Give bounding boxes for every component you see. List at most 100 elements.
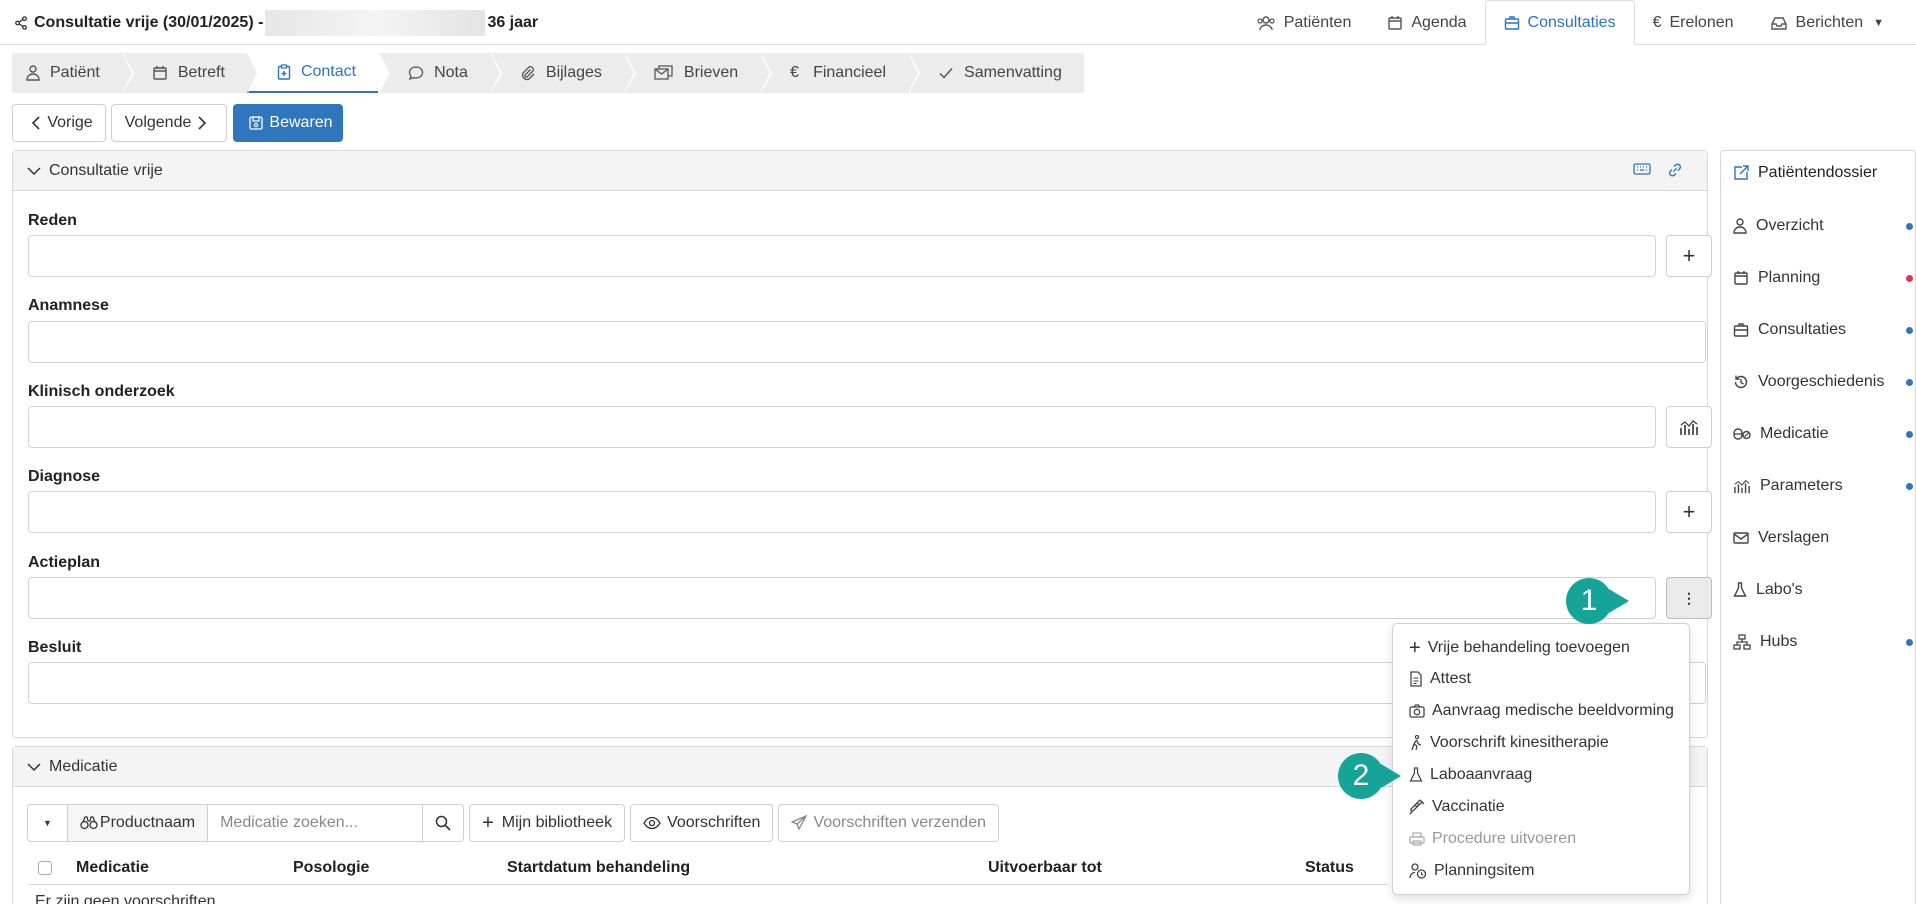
nav-berichten[interactable]: Berichten ▼ bbox=[1752, 0, 1902, 45]
medication-search-field[interactable] bbox=[207, 804, 424, 842]
binoculars-icon bbox=[80, 816, 98, 830]
tab-financieel[interactable]: € Financieel bbox=[760, 53, 920, 93]
tab-brieven[interactable]: Brieven bbox=[623, 53, 773, 93]
caret-down-icon: ▼ bbox=[43, 818, 52, 828]
reden-input[interactable] bbox=[28, 235, 1656, 277]
diagnose-input[interactable] bbox=[28, 491, 1656, 533]
sidebar-item-label: Verslagen bbox=[1758, 529, 1830, 546]
diagnose-add-button[interactable]: + bbox=[1666, 491, 1712, 533]
tab-nota[interactable]: Nota bbox=[378, 53, 502, 93]
plus-icon: + bbox=[1682, 499, 1696, 524]
tab-betreft[interactable]: Betreft bbox=[121, 53, 260, 93]
send-prescriptions-button[interactable]: Voorschriften verzenden bbox=[778, 804, 999, 842]
document-icon bbox=[1410, 671, 1422, 687]
nav-agenda[interactable]: Agenda bbox=[1369, 0, 1484, 45]
menu-item-vaccinatie[interactable]: Vaccinatie bbox=[1409, 798, 1505, 816]
tab-label: Nota bbox=[434, 64, 468, 81]
menu-item-vrije-behandeling[interactable]: + Vrije behandeling toevoegen bbox=[1409, 638, 1630, 658]
menu-item-laboaanvraag[interactable]: Laboaanvraag bbox=[1409, 766, 1532, 784]
select-all-checkbox[interactable] bbox=[38, 860, 52, 875]
person-clock-icon bbox=[1409, 863, 1427, 879]
anamnese-input[interactable] bbox=[28, 321, 1706, 363]
column-header[interactable]: Uitvoerbaar tot bbox=[988, 859, 1305, 877]
menu-item-procedure: Procedure uitvoeren bbox=[1409, 830, 1576, 848]
sidebar-item-consultaties[interactable]: Consultaties bbox=[1733, 321, 1846, 339]
sidebar-item-patientendossier[interactable]: Patiëntendossier bbox=[1733, 164, 1877, 182]
check-icon bbox=[939, 68, 953, 79]
menu-item-label: Laboaanvraag bbox=[1430, 766, 1533, 783]
title-suffix: 36 jaar bbox=[487, 13, 539, 31]
chat-icon bbox=[408, 66, 424, 81]
search-mode-selector[interactable]: Productnaam bbox=[66, 804, 209, 842]
sidebar-item-labos[interactable]: Labo's bbox=[1733, 581, 1803, 599]
nav-consultaties[interactable]: Consultaties bbox=[1484, 0, 1635, 46]
menu-item-planningsitem[interactable]: Planningsitem bbox=[1409, 862, 1535, 880]
menu-item-label: Vaccinatie bbox=[1432, 798, 1505, 815]
sidebar-item-voorgeschiedenis[interactable]: Voorgeschiedenis bbox=[1733, 373, 1884, 391]
menu-item-attest[interactable]: Attest bbox=[1409, 670, 1471, 688]
sidebar-item-medicatie[interactable]: Medicatie bbox=[1733, 425, 1828, 443]
envelope-icon bbox=[1733, 532, 1749, 544]
actieplan-more-button[interactable]: ⋮ bbox=[1666, 577, 1712, 619]
syringe-icon bbox=[1409, 799, 1425, 815]
tab-label: Betreft bbox=[177, 64, 225, 81]
menu-item-label: Voorschrift kinesitherapie bbox=[1430, 734, 1609, 751]
tab-patient[interactable]: Patiënt bbox=[12, 53, 134, 93]
parameters-button[interactable] bbox=[1666, 406, 1712, 448]
sidebar-item-overzicht[interactable]: Overzicht bbox=[1733, 217, 1824, 235]
panel-title: Consultatie vrije bbox=[49, 161, 163, 179]
callout-step-1: 1 bbox=[1566, 578, 1629, 624]
sidebar-status-dot bbox=[1906, 431, 1913, 438]
actieplan-input[interactable] bbox=[28, 577, 1656, 619]
prescriptions-button[interactable]: Voorschriften bbox=[630, 804, 774, 842]
menu-item-label: Procedure uitvoeren bbox=[1432, 830, 1577, 847]
chevron-left-icon bbox=[32, 116, 40, 130]
users-icon bbox=[1257, 15, 1275, 30]
column-header[interactable]: Posologie bbox=[293, 859, 507, 877]
consultation-panel-header[interactable]: Consultatie vrije bbox=[13, 151, 1707, 191]
medication-table-header: Medicatie Posologie Startdatum behandeli… bbox=[28, 851, 1388, 885]
menu-item-kinesitherapie[interactable]: Voorschrift kinesitherapie bbox=[1409, 734, 1609, 752]
tab-bijlages[interactable]: Bijlages bbox=[489, 53, 636, 93]
previous-button[interactable]: Vorige bbox=[12, 104, 106, 142]
next-button[interactable]: Volgende bbox=[111, 104, 227, 142]
sidebar-item-planning[interactable]: Planning bbox=[1733, 269, 1820, 287]
nav-patienten[interactable]: Patiënten bbox=[1238, 0, 1370, 45]
sidebar-item-label: Patiëntendossier bbox=[1758, 164, 1878, 181]
save-button[interactable]: Bewaren bbox=[233, 104, 343, 142]
sidebar-item-label: Planning bbox=[1758, 269, 1821, 286]
nav-erelonen[interactable]: € Erelonen bbox=[1635, 0, 1752, 45]
sidebar-status-dot bbox=[1906, 275, 1913, 282]
my-library-button[interactable]: + Mijn bibliotheek bbox=[469, 804, 626, 842]
nav-label: Berichten bbox=[1795, 13, 1864, 31]
sidebar-item-label: Parameters bbox=[1760, 477, 1843, 494]
menu-item-label: Vrije behandeling toevoegen bbox=[1427, 639, 1630, 656]
keyboard-icon[interactable] bbox=[1633, 162, 1651, 176]
sidebar-item-hubs[interactable]: Hubs bbox=[1733, 633, 1797, 651]
send-prescriptions-label: Voorschriften verzenden bbox=[813, 814, 986, 831]
medication-search-input[interactable] bbox=[220, 814, 411, 832]
klinisch-onderzoek-input[interactable] bbox=[28, 406, 1656, 448]
reden-add-button[interactable]: + bbox=[1666, 235, 1712, 277]
menu-item-beeldvorming[interactable]: Aanvraag medische beeldvorming bbox=[1409, 702, 1674, 720]
sidebar-item-label: Overzicht bbox=[1756, 217, 1824, 234]
link-icon[interactable] bbox=[1667, 162, 1683, 178]
history-icon bbox=[1734, 375, 1748, 389]
chevron-right-icon bbox=[198, 116, 207, 130]
sidebar-item-label: Voorgeschiedenis bbox=[1758, 373, 1885, 390]
column-header[interactable]: Medicatie bbox=[76, 859, 293, 877]
sidebar-item-verslagen[interactable]: Verslagen bbox=[1733, 529, 1829, 547]
tab-samenvatting[interactable]: Samenvatting bbox=[908, 53, 1084, 93]
sidebar-item-label: Labo's bbox=[1756, 581, 1803, 598]
column-header[interactable]: Startdatum behandeling bbox=[507, 859, 988, 877]
tab-contact[interactable]: Contact bbox=[246, 53, 391, 93]
calendar-icon bbox=[1734, 271, 1748, 285]
search-options-dropdown[interactable]: ▼ bbox=[27, 804, 68, 842]
search-button[interactable] bbox=[422, 804, 465, 842]
anamnese-label: Anamnese bbox=[28, 297, 109, 314]
sidebar-status-dot bbox=[1906, 639, 1913, 646]
inbox-icon bbox=[1770, 16, 1787, 30]
search-mode-label: Productnaam bbox=[99, 814, 196, 831]
column-header[interactable]: Status bbox=[1305, 859, 1354, 877]
sidebar-item-parameters[interactable]: Parameters bbox=[1733, 477, 1843, 495]
